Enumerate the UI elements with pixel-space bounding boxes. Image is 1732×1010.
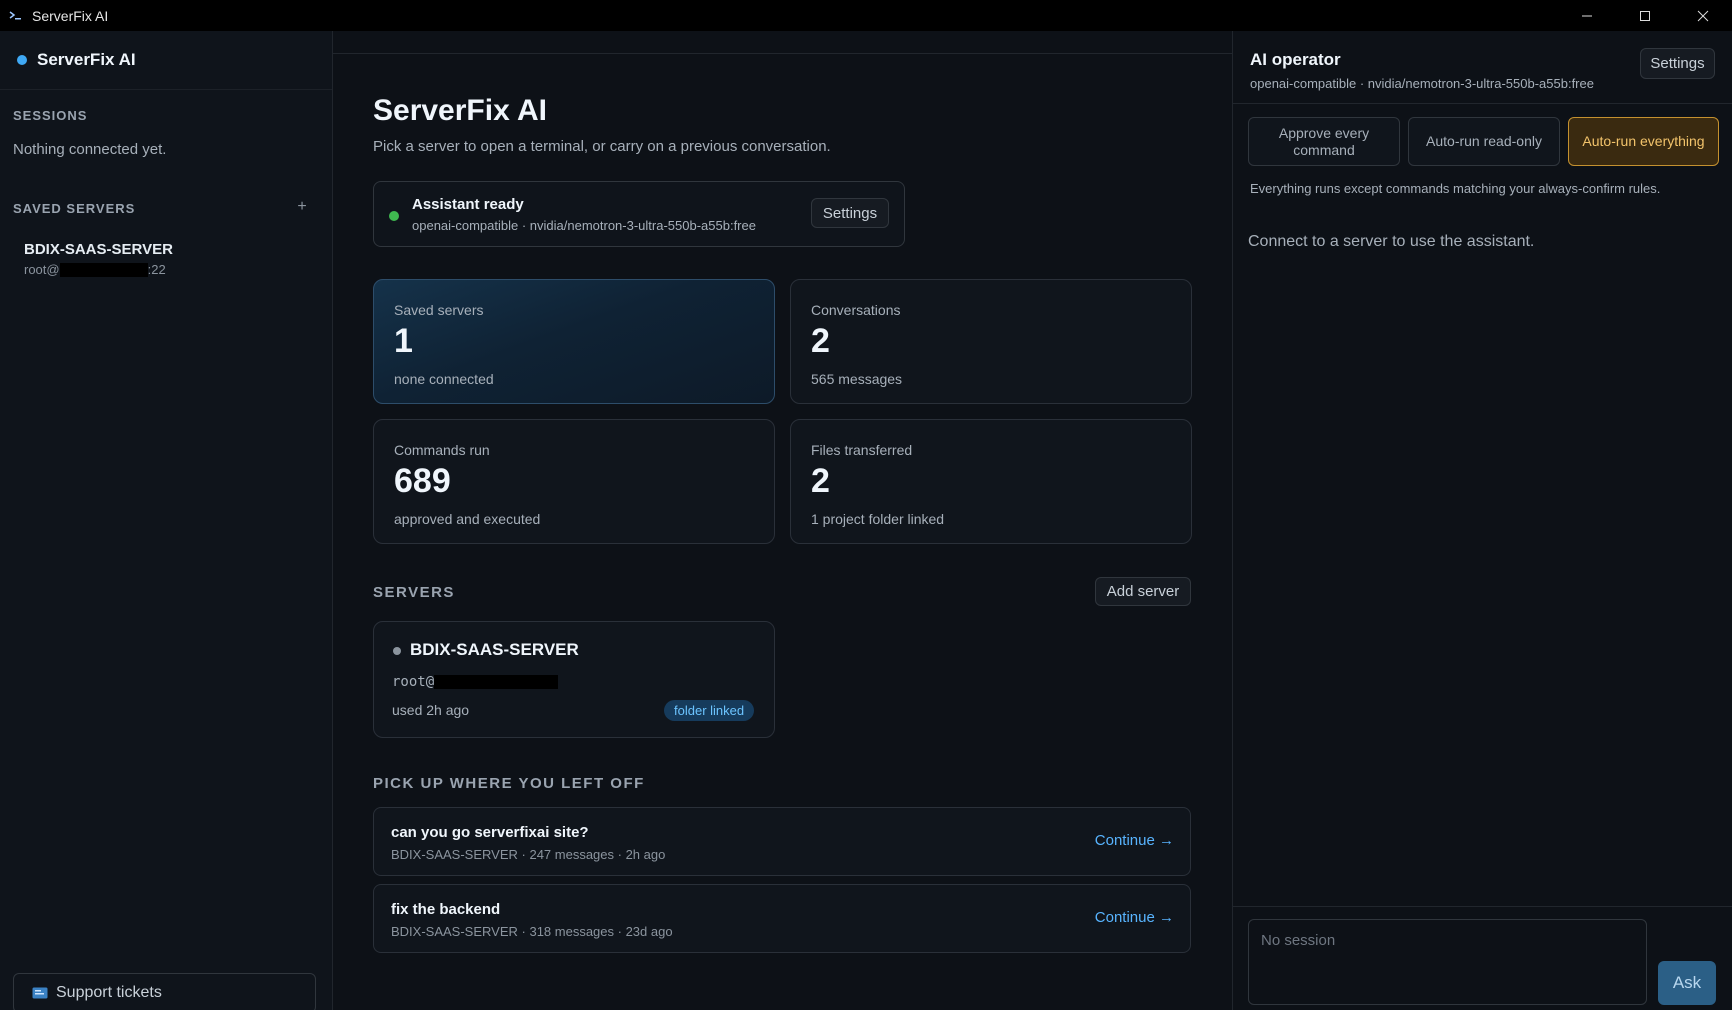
redacted-host (434, 675, 559, 689)
server-host-user: root@ (392, 674, 435, 690)
server-host: root@ (392, 674, 559, 690)
main-content: ServerFix AI Pick a server to open a ter… (333, 31, 1232, 1010)
sessions-heading: SESSIONS (13, 108, 88, 123)
support-tickets-label: Support tickets (56, 984, 162, 1001)
mode-auto-run-read-only[interactable]: Auto-run read-only (1408, 117, 1560, 166)
server-last-used: used 2h ago (392, 702, 470, 718)
sessions-empty-text: Nothing connected yet. (13, 141, 167, 158)
support-tickets-button[interactable]: Support tickets (13, 973, 316, 1010)
conversation-title: fix the backend (391, 901, 501, 918)
operator-empty-state: Connect to a server to use the assistant… (1248, 233, 1535, 250)
window-title: ServerFix AI (32, 7, 109, 24)
add-saved-server-button[interactable]: + (294, 198, 310, 216)
assistant-status-title: Assistant ready (412, 196, 524, 213)
operator-header-divider (1233, 103, 1732, 104)
stat-card-files-transferred[interactable]: Files transferred 2 1 project folder lin… (790, 419, 1192, 544)
stat-sub: none connected (394, 371, 494, 387)
saved-server-host-port: :22 (147, 262, 166, 277)
window-titlebar: ServerFix AI (0, 0, 1732, 31)
conversation-meta: BDIX-SAAS-SERVER · 247 messages · 2h ago (391, 847, 666, 862)
ai-operator-panel: AI operator openai-compatible · nvidia/n… (1232, 31, 1732, 1010)
add-server-button[interactable]: Add server (1095, 577, 1191, 606)
server-name: BDIX-SAAS-SERVER (410, 640, 579, 659)
stat-label: Commands run (394, 442, 490, 458)
saved-server-item[interactable]: BDIX-SAAS-SERVER root@ :22 (24, 241, 304, 277)
terminal-app-icon (8, 9, 24, 23)
mode-approve-every-command[interactable]: Approve every command (1248, 117, 1400, 166)
stat-label: Saved servers (394, 302, 484, 318)
ask-button[interactable]: Ask (1658, 961, 1716, 1005)
conversation-meta: BDIX-SAAS-SERVER · 318 messages · 23d ag… (391, 924, 673, 939)
redacted-host (59, 262, 148, 277)
sidebar-brand[interactable]: ServerFix AI (0, 31, 332, 90)
mode-hint: Everything runs except commands matching… (1250, 181, 1661, 196)
brand-dot-icon (17, 55, 27, 65)
servers-heading: SERVERS (373, 584, 455, 601)
minimize-icon[interactable] (1558, 0, 1616, 31)
pickup-heading: PICK UP WHERE YOU LEFT OFF (373, 775, 645, 792)
operator-settings-button[interactable]: Settings (1640, 48, 1715, 79)
stat-label: Conversations (811, 302, 901, 318)
composer-divider (1233, 906, 1732, 907)
stat-sub: approved and executed (394, 511, 541, 527)
continue-link[interactable]: Continue → (1095, 832, 1174, 849)
maximize-icon[interactable] (1616, 0, 1674, 31)
sidebar: ServerFix AI SESSIONS Nothing connected … (0, 31, 333, 1010)
saved-servers-heading: SAVED SERVERS (13, 201, 136, 216)
assistant-settings-button[interactable]: Settings (811, 198, 889, 228)
stat-sub: 565 messages (811, 371, 903, 387)
assistant-status-card: Assistant ready openai-compatible · nvid… (373, 181, 905, 247)
continue-link[interactable]: Continue → (1095, 909, 1174, 926)
stat-card-conversations[interactable]: Conversations 2 565 messages (790, 279, 1192, 404)
main-top-divider (333, 53, 1232, 54)
window-controls (1558, 0, 1732, 31)
page-title: ServerFix AI (373, 94, 547, 127)
server-card[interactable]: BDIX-SAAS-SERVER root@ used 2h ago folde… (373, 621, 775, 738)
ticket-icon (32, 987, 48, 999)
assistant-model-info: openai-compatible · nvidia/nemotron-3-ul… (412, 218, 756, 233)
stat-value: 2 (811, 462, 830, 500)
stat-value: 2 (811, 322, 830, 360)
stat-label: Files transferred (811, 442, 913, 458)
conversation-row[interactable]: fix the backend BDIX-SAAS-SERVER · 318 m… (373, 884, 1191, 953)
server-status-dot-icon (393, 647, 401, 655)
saved-server-host-user: root@ (24, 262, 60, 277)
stat-card-saved-servers[interactable]: Saved servers 1 none connected (373, 279, 775, 404)
folder-linked-badge: folder linked (664, 700, 755, 721)
ask-input[interactable] (1248, 919, 1647, 1005)
operator-model-info: openai-compatible · nvidia/nemotron-3-ul… (1250, 76, 1594, 91)
conversation-row[interactable]: can you go serverfixai site? BDIX-SAAS-S… (373, 807, 1191, 876)
saved-server-host: root@ :22 (24, 262, 304, 277)
brand-name: ServerFix AI (37, 50, 136, 69)
conversation-title: can you go serverfixai site? (391, 824, 589, 841)
stat-value: 689 (394, 462, 451, 500)
page-subtitle: Pick a server to open a terminal, or car… (373, 138, 831, 155)
status-ready-dot-icon (389, 211, 399, 221)
stat-card-commands-run[interactable]: Commands run 689 approved and executed (373, 419, 775, 544)
operator-title: AI operator (1250, 50, 1341, 69)
close-icon[interactable] (1674, 0, 1732, 31)
mode-auto-run-everything[interactable]: Auto-run everything (1568, 117, 1719, 166)
stat-value: 1 (394, 322, 413, 360)
stat-sub: 1 project folder linked (811, 511, 945, 527)
saved-server-name: BDIX-SAAS-SERVER (24, 241, 173, 258)
